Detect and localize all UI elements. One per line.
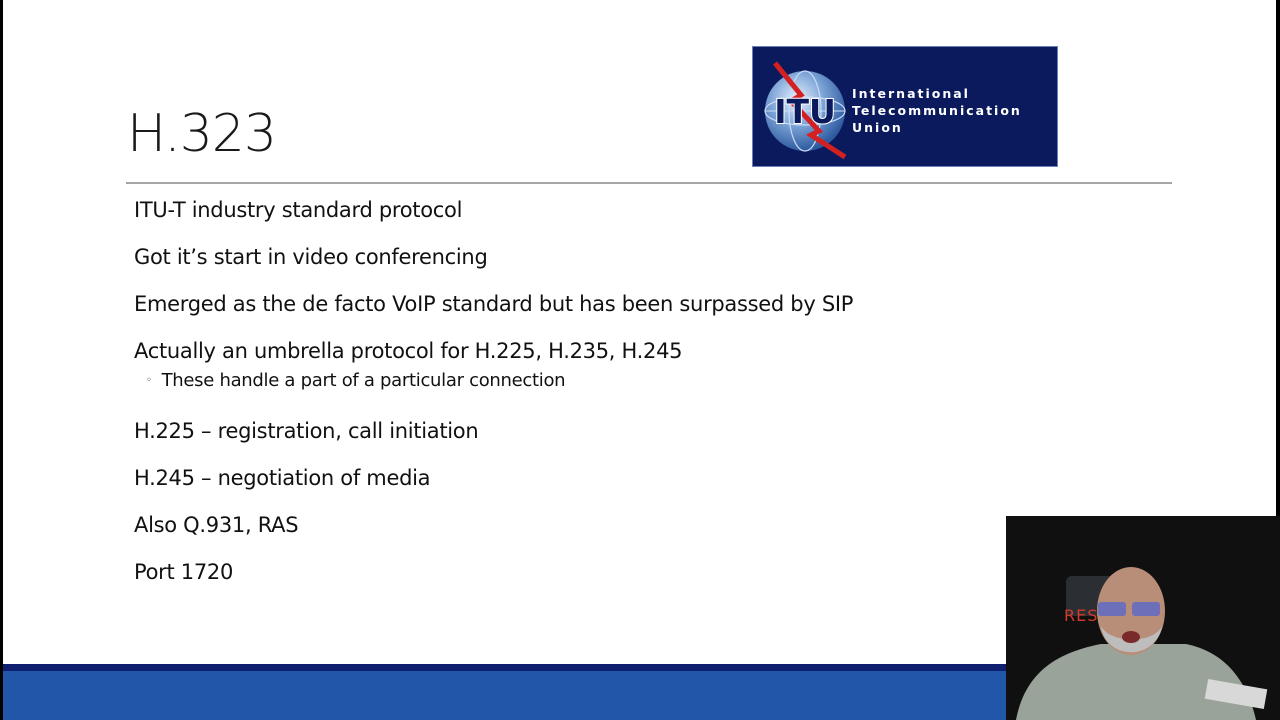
bullet-item: Emerged as the de facto VoIP standard bu… [134,292,854,316]
presenter-webcam-overlay: RES [1006,516,1280,720]
logo-line-1: International [852,86,970,101]
bullet-item: Actually an umbrella protocol for H.225,… [134,339,683,363]
logo-line-2: Telecommunication [852,103,1022,118]
presenter-video-frame [1006,516,1280,720]
bullet-item: Port 1720 [134,560,234,584]
bullet-item: Got it’s start in video conferencing [134,245,488,269]
bullet-item: H.245 – negotiation of media [134,466,431,490]
bullet-item: ITU-T industry standard protocol [134,198,463,222]
bullet-list: ITU-T industry standard protocol Got it’… [134,195,853,604]
sub-bullet-text: These handle a part of a particular conn… [161,370,566,391]
logo-line-3: Union [852,120,903,135]
hollow-bullet-icon: ◦ [146,375,152,386]
itu-monogram: ITU [774,92,836,131]
itu-globe-icon: ITU [764,61,847,160]
title-divider [126,182,1172,184]
itu-logo: ITU International Telecommunication Unio… [752,46,1058,167]
itu-logo-text: International Telecommunication Union [852,85,1022,136]
bullet-item: Also Q.931, RAS [134,513,299,537]
slide-title: H.323 [127,104,277,164]
background-sign: RES [1064,606,1099,625]
bullet-item: H.225 – registration, call initiation [134,419,479,443]
sub-bullet-item: ◦ These handle a part of a particular con… [146,368,853,394]
